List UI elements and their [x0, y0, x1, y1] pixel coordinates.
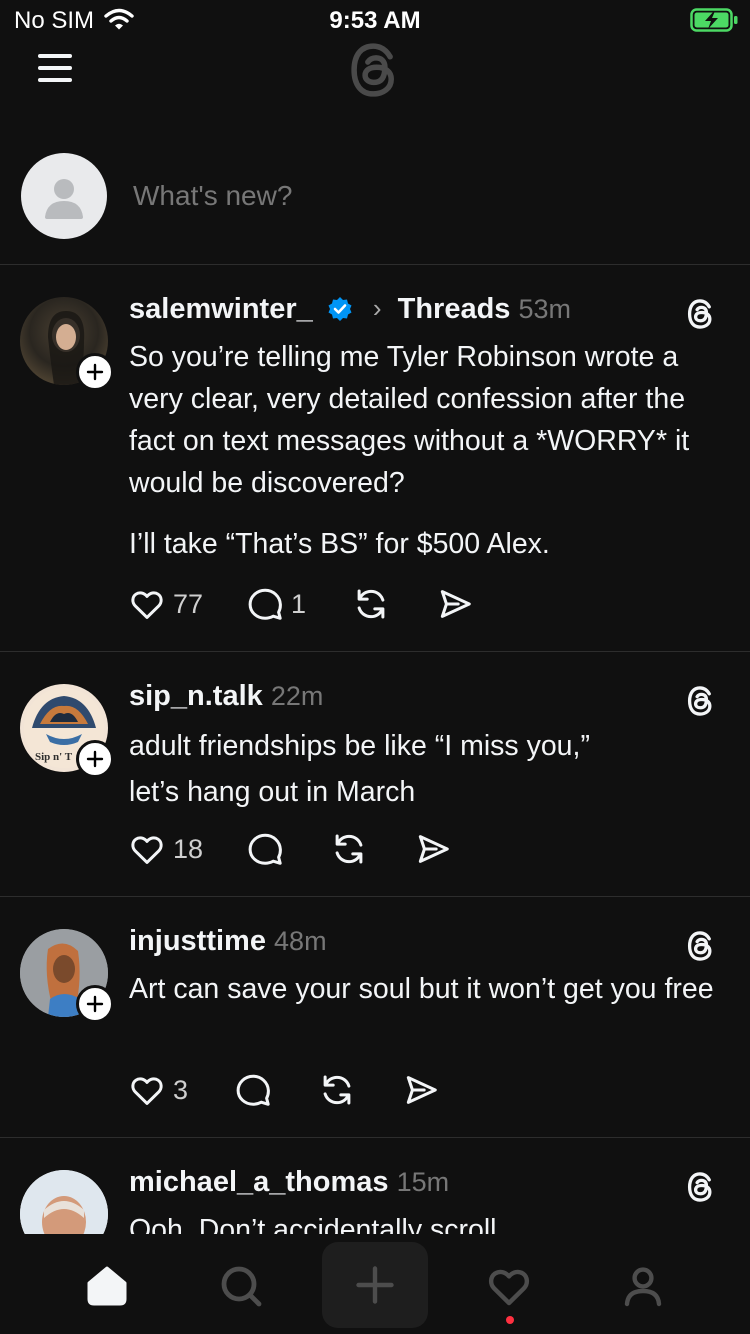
- home-icon: [87, 1266, 127, 1306]
- avatar[interactable]: [21, 153, 107, 239]
- menu-icon-bar: [38, 66, 72, 70]
- follow-button[interactable]: [76, 985, 114, 1023]
- reply-bubble-icon: [248, 588, 282, 620]
- compose-button[interactable]: [322, 1242, 428, 1328]
- tab-bar: [0, 1234, 750, 1334]
- avatar-photo: [20, 1170, 108, 1234]
- heart-icon: [488, 1269, 530, 1306]
- thread-post[interactable]: Sip n' T sip_n.talk 22m adult friendship…: [0, 652, 750, 897]
- like-count: 77: [173, 589, 204, 619]
- like-count: 18: [173, 834, 204, 864]
- post-header: michael_a_thomas 15m: [129, 1166, 449, 1199]
- post-text: adult friendships be like “I miss you,” …: [129, 730, 590, 808]
- share-icon: [440, 590, 471, 618]
- post-text: Ooh. Don’t accidentally scroll: [129, 1214, 497, 1234]
- timestamp: 48m: [274, 926, 327, 956]
- plus-icon: [356, 1266, 394, 1304]
- follow-button[interactable]: [76, 740, 114, 778]
- thread-post[interactable]: injusttime 48m Art can save your soul bu…: [0, 897, 750, 1138]
- heart-icon: [131, 1077, 163, 1105]
- tab-search[interactable]: [194, 1234, 290, 1334]
- username[interactable]: michael_a_thomas: [129, 1166, 389, 1198]
- profile-icon: [624, 1267, 662, 1307]
- post-header: salemwinter_ › Threads 53m: [129, 293, 571, 330]
- plus-icon: [86, 750, 104, 768]
- avatar[interactable]: [20, 1170, 108, 1234]
- threads-logo[interactable]: [342, 36, 408, 109]
- share-icon: [418, 835, 449, 863]
- avatar-logo-text: Sip n' T: [35, 751, 73, 763]
- thread-post[interactable]: salemwinter_ › Threads 53m So you’re tel…: [0, 265, 750, 652]
- username[interactable]: injusttime: [129, 925, 266, 957]
- reply-bubble-icon: [236, 1074, 270, 1106]
- threads-icon[interactable]: [683, 1168, 719, 1211]
- post-header: sip_n.talk 22m: [129, 680, 323, 713]
- reply-count: 1: [291, 589, 307, 619]
- status-bar: No SIM 9:53 AM: [0, 0, 750, 40]
- search-icon: [221, 1266, 262, 1307]
- thread-post[interactable]: michael_a_thomas 15m Ooh. Don’t accident…: [0, 1138, 750, 1234]
- user-placeholder-icon: [45, 179, 83, 219]
- plus-icon: [86, 363, 104, 381]
- username[interactable]: sip_n.talk: [129, 680, 263, 712]
- timestamp: 53m: [518, 294, 572, 324]
- repost-icon: [335, 834, 363, 864]
- battery-charging-icon: [690, 8, 740, 37]
- verified-badge-icon: [327, 296, 353, 330]
- heart-icon: [131, 836, 163, 864]
- menu-button[interactable]: [34, 50, 78, 86]
- follow-button[interactable]: [76, 353, 114, 391]
- composer[interactable]: What's new?: [0, 140, 750, 265]
- repost-icon: [357, 589, 385, 619]
- share-icon: [406, 1076, 437, 1104]
- post-header: injusttime 48m: [129, 925, 327, 958]
- menu-icon-bar: [38, 78, 72, 82]
- post-text: Art can save your soul but it won’t get …: [129, 973, 714, 1005]
- reply-bubble-icon: [248, 833, 282, 865]
- threads-icon[interactable]: [683, 927, 719, 970]
- plus-icon: [86, 995, 104, 1013]
- threads-icon[interactable]: [683, 295, 719, 338]
- heart-icon: [131, 591, 163, 619]
- timestamp: 15m: [396, 1167, 450, 1197]
- chevron-right-icon: ›: [372, 293, 382, 323]
- topic-tag[interactable]: Threads: [398, 293, 511, 325]
- tab-profile[interactable]: [596, 1234, 692, 1334]
- tab-home[interactable]: [60, 1234, 156, 1334]
- post-text: I’ll take “That’s BS” for $500 Alex.: [129, 528, 550, 560]
- clock: 9:53 AM: [329, 7, 421, 34]
- like-count: 3: [173, 1075, 189, 1105]
- post-text: So you’re telling me Tyler Robinson wrot…: [129, 341, 690, 499]
- threads-icon[interactable]: [683, 682, 719, 725]
- menu-icon: [38, 54, 72, 58]
- threads-app: No SIM 9:53 AM What's new? salemwinter_ …: [0, 0, 750, 1334]
- whats-new-input[interactable]: What's new?: [133, 180, 292, 212]
- timestamp: 22m: [270, 681, 324, 711]
- username[interactable]: salemwinter_: [129, 293, 313, 325]
- notification-dot: [506, 1316, 514, 1324]
- repost-icon: [323, 1075, 351, 1105]
